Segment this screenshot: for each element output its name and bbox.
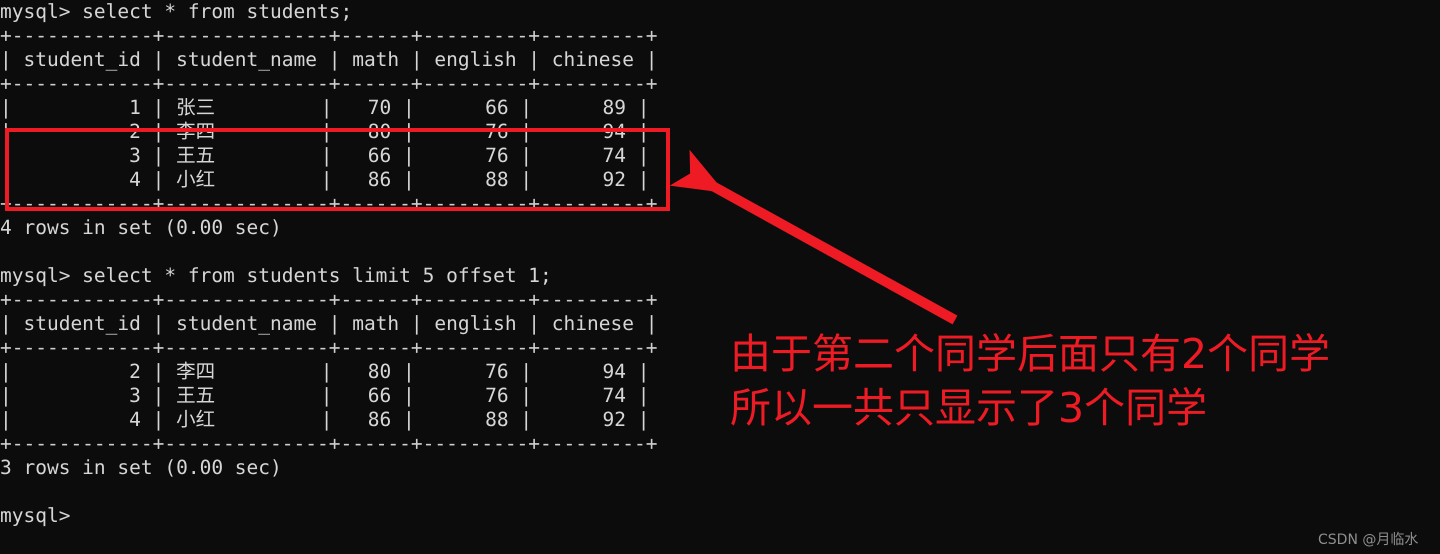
terminal-line: mysql> select * from students; [0, 0, 353, 23]
terminal-line: | student_id | student_name | math | eng… [0, 48, 658, 71]
terminal-line: | 4 | 小红 | 86 | 88 | 92 | [0, 168, 650, 191]
watermark: CSDN @月临水 [1318, 532, 1419, 548]
terminal-line: | 1 | 张三 | 70 | 66 | 89 | [0, 96, 650, 119]
terminal-line: 3 rows in set (0.00 sec) [0, 456, 282, 479]
terminal-line: +------------+--------------+------+----… [0, 192, 658, 215]
terminal-line: mysql> select * from students limit 5 of… [0, 264, 552, 287]
terminal-line: +------------+--------------+------+----… [0, 336, 658, 359]
annotation-note-line-1: 由于第二个同学后面只有2个同学 [730, 330, 1331, 378]
terminal-line: +------------+--------------+------+----… [0, 72, 658, 95]
terminal-output[interactable]: mysql> select * from students; +---------… [0, 0, 760, 554]
terminal-line: | student_id | student_name | math | eng… [0, 312, 658, 335]
terminal-line: | 4 | 小红 | 86 | 88 | 92 | [0, 408, 650, 431]
terminal-line: +------------+--------------+------+----… [0, 24, 658, 47]
terminal-line: +------------+--------------+------+----… [0, 288, 658, 311]
terminal-line: 4 rows in set (0.00 sec) [0, 216, 282, 239]
annotation-note-line-2: 所以一共只显示了3个同学 [730, 384, 1208, 432]
terminal-line: +------------+--------------+------+----… [0, 432, 658, 455]
terminal-line: | 3 | 王五 | 66 | 76 | 74 | [0, 144, 650, 167]
terminal-prompt-line: mysql> [0, 504, 71, 527]
terminal-line: | 2 | 李四 | 80 | 76 | 94 | [0, 360, 650, 383]
terminal-line: | 3 | 王五 | 66 | 76 | 74 | [0, 384, 650, 407]
terminal-line: | 2 | 李四 | 80 | 76 | 94 | [0, 120, 650, 143]
terminal-screenshot: mysql> select * from students; +---------… [0, 0, 1440, 554]
